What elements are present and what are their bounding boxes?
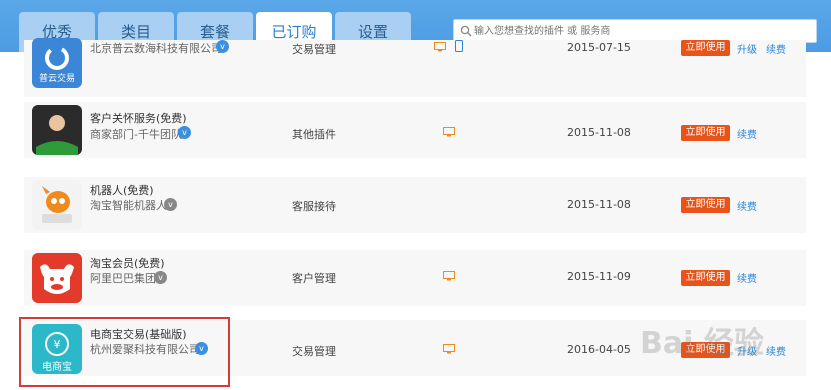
renew-link[interactable]: 续费: [737, 126, 757, 141]
verified-badge-icon: v: [178, 126, 191, 139]
plugin-category: 客服接待: [292, 200, 336, 213]
plugin-vendor: 阿里巴巴集团: [90, 272, 156, 285]
plugin-category: 交易管理: [292, 43, 336, 56]
plugin-category: 其他插件: [292, 128, 336, 141]
plugin-row-taobao-member: 淘宝会员(免费) 阿里巴巴集团 v 客户管理 2015-11-09 立即使用 续…: [24, 250, 806, 306]
plugin-vendor: 商家部门-千牛团队: [90, 128, 182, 141]
plugin-name[interactable]: 客户关怀服务(免费): [90, 110, 187, 126]
verified-badge-icon: v: [164, 198, 177, 211]
verified-badge-icon: v: [216, 40, 229, 53]
plugin-category: 交易管理: [292, 345, 336, 358]
use-now-button[interactable]: 立即使用: [681, 125, 730, 141]
renew-link[interactable]: 续费: [737, 270, 757, 285]
robot-app-icon: [32, 180, 82, 230]
taobao-member-app-icon: [32, 253, 82, 303]
plugin-category: 客户管理: [292, 272, 336, 285]
verified-badge-icon: v: [154, 271, 167, 284]
plugin-row-puyun: 普云交易 北京普云数海科技有限公司 v 交易管理 2015-07-15 立即使用…: [24, 38, 806, 97]
plugin-row-customer-care: 客户关怀服务(免费) 商家部门-千牛团队 v 其他插件 2015-11-08 立…: [24, 102, 806, 158]
plugin-name[interactable]: 机器人(免费): [90, 182, 154, 198]
puyun-app-icon: 普云交易: [32, 38, 82, 88]
expire-date: 2015-11-08: [567, 126, 631, 139]
customer-care-app-icon: [32, 105, 82, 155]
pc-icon: [434, 42, 446, 52]
use-now-button[interactable]: 立即使用: [681, 270, 730, 286]
expire-date: 2016-04-05: [567, 343, 631, 356]
pc-icon: [443, 271, 455, 281]
upgrade-link[interactable]: 升级: [737, 41, 757, 56]
expire-date: 2015-11-09: [567, 270, 631, 283]
pc-icon: [443, 127, 455, 137]
highlight-frame: [19, 317, 230, 387]
use-now-button[interactable]: 立即使用: [681, 197, 730, 213]
expire-date: 2015-07-15: [567, 41, 631, 54]
plugin-vendor: 淘宝智能机器人: [90, 199, 167, 212]
baidu-watermark: Bai 经验: [640, 326, 764, 361]
search-input[interactable]: [474, 22, 810, 40]
expire-date: 2015-11-08: [567, 198, 631, 211]
plugin-name[interactable]: 淘宝会员(免费): [90, 255, 165, 271]
renew-link[interactable]: 续费: [766, 41, 786, 56]
use-now-button[interactable]: 立即使用: [681, 40, 730, 56]
plugin-vendor: 北京普云数海科技有限公司: [90, 42, 222, 55]
puyun-icon-label: 普云交易: [38, 74, 75, 84]
plugin-row-robot: 机器人(免费) 淘宝智能机器人 v 客服接待 2015-11-08 立即使用 续…: [24, 177, 806, 233]
renew-link[interactable]: 续费: [766, 343, 786, 358]
search-icon[interactable]: [460, 25, 472, 37]
pc-icon: [443, 344, 455, 354]
mobile-icon: [455, 40, 463, 52]
renew-link[interactable]: 续费: [737, 198, 757, 213]
